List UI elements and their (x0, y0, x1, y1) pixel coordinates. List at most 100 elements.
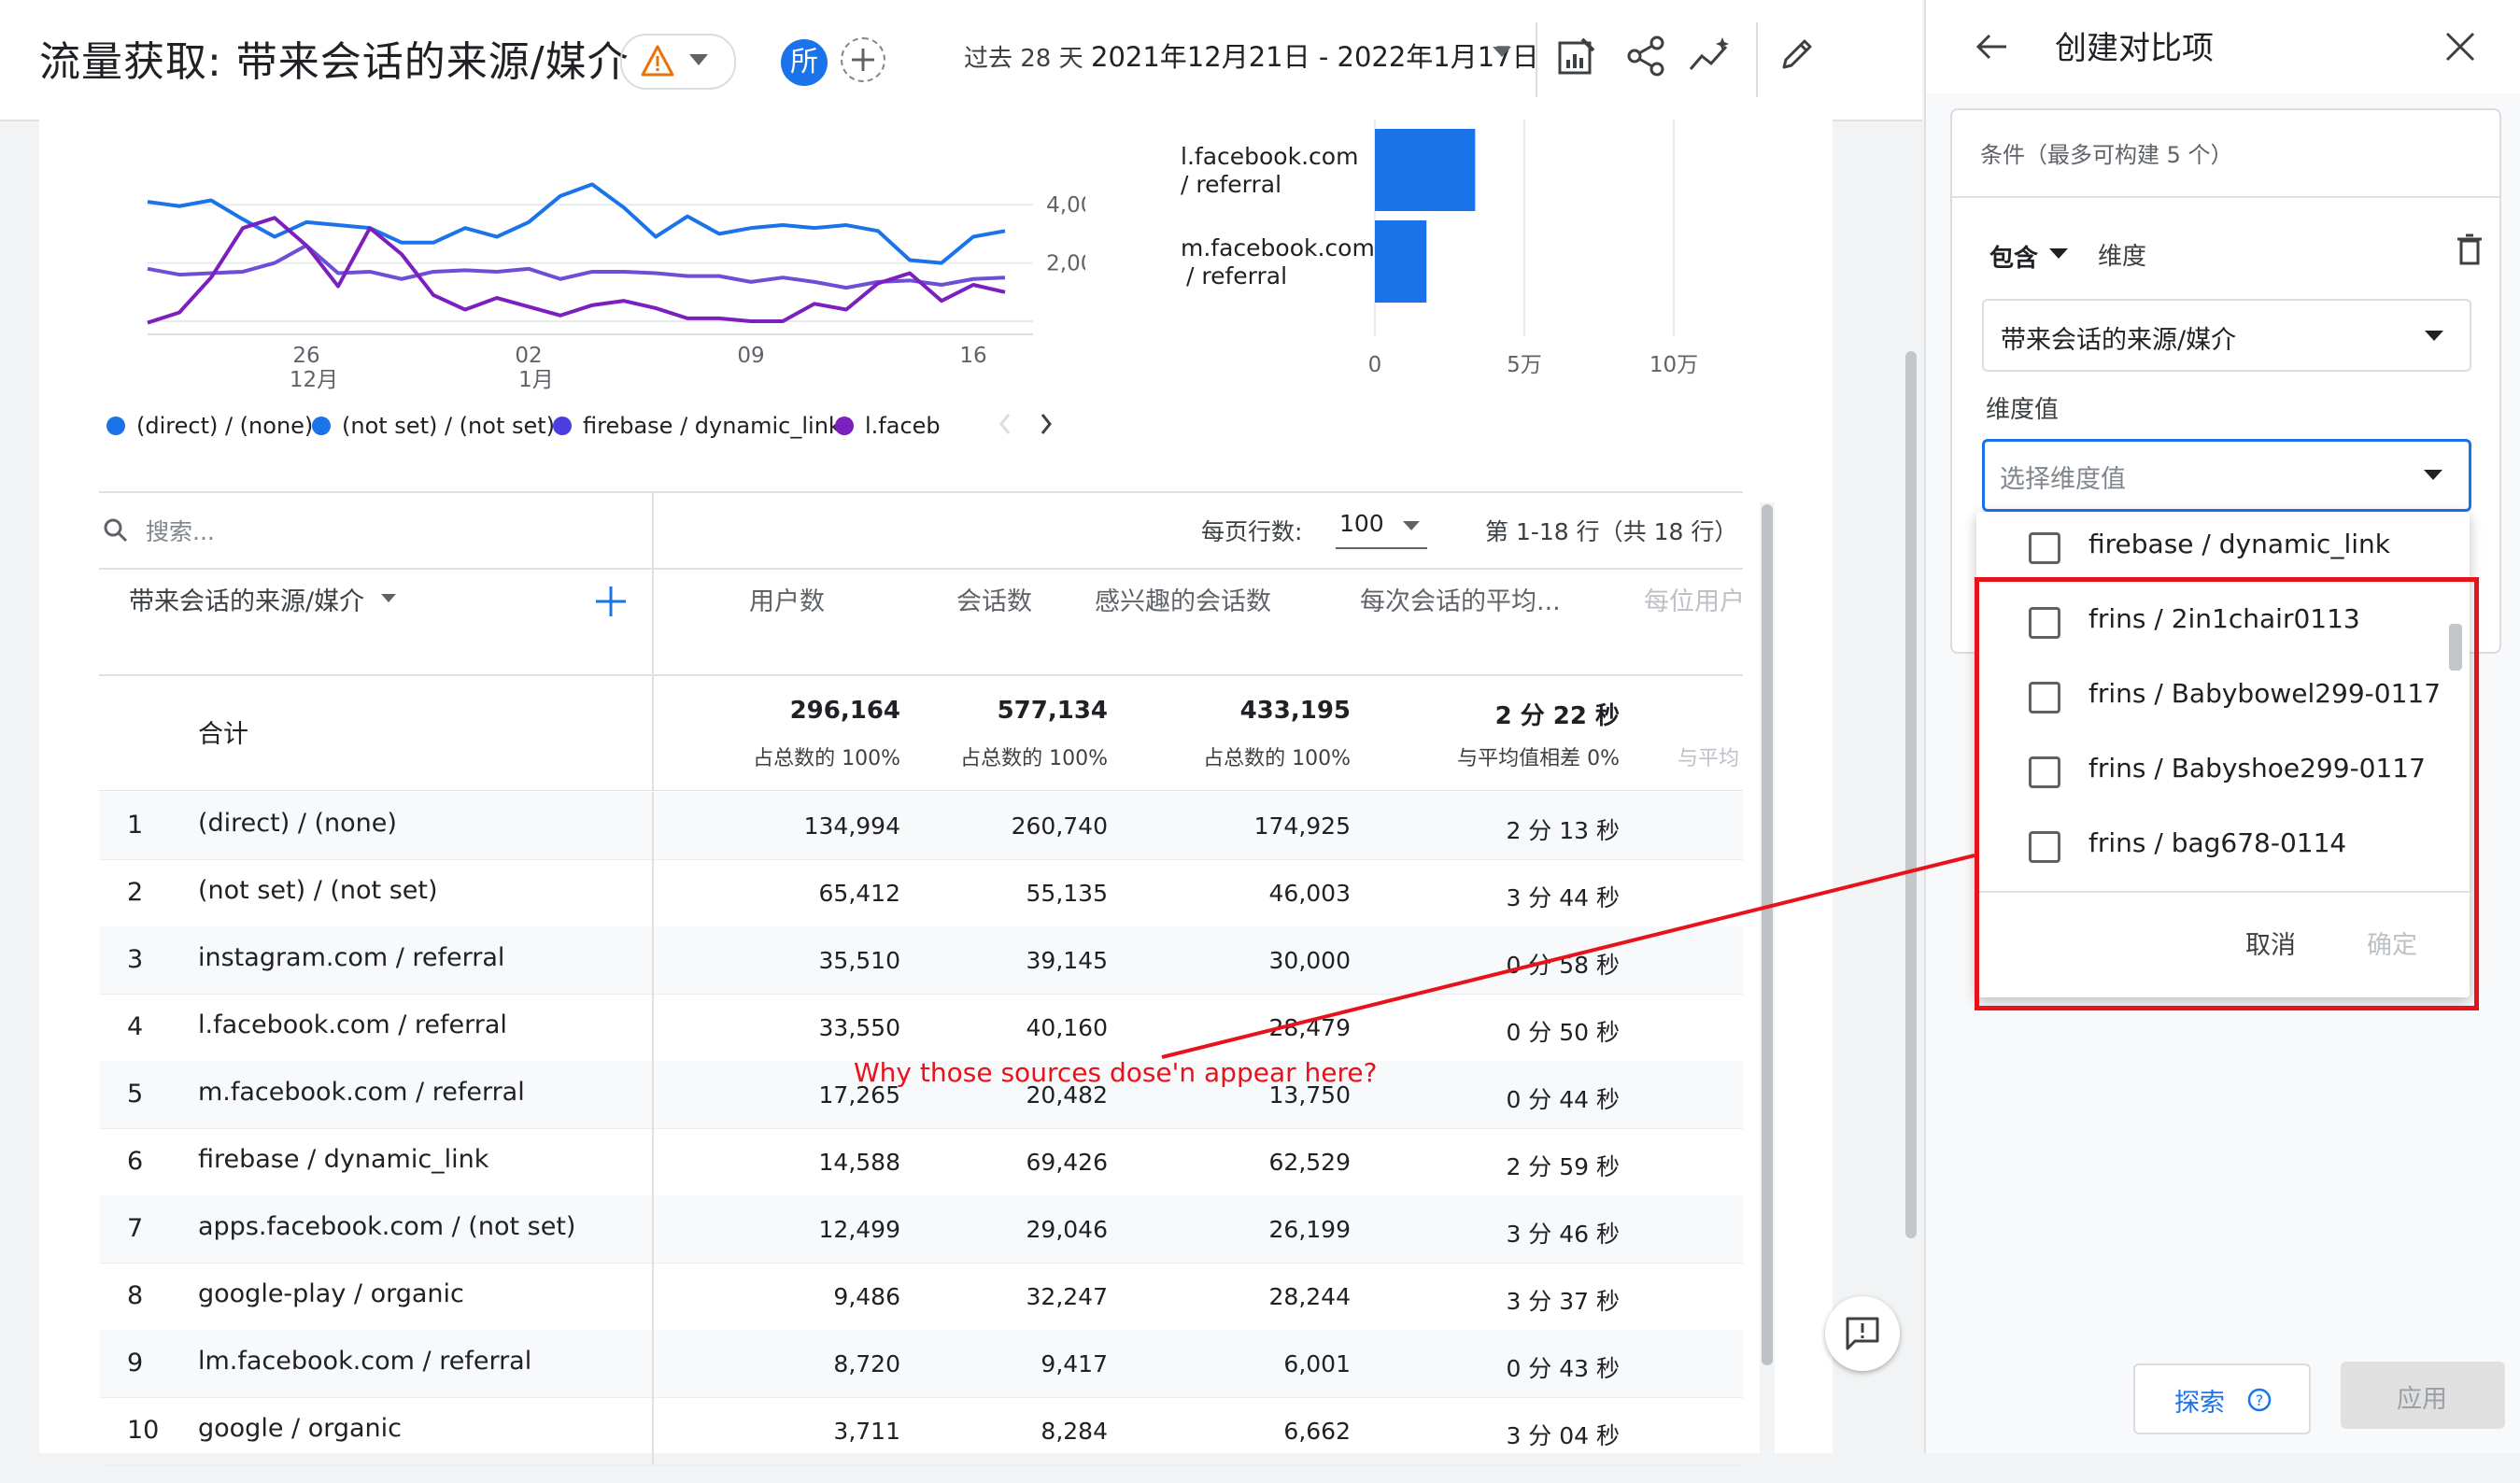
table-row[interactable]: 8 google-play / organic 9,486 32,247 28,244 3… (99, 1263, 1743, 1331)
delete-icon[interactable] (2456, 233, 2483, 267)
column-header-avg-session[interactable]: 每次会话的平均... (1360, 581, 1561, 617)
legend-label: firebase / dynamic_link (583, 413, 842, 439)
row-engaged-sessions: 174,925 (1253, 812, 1351, 840)
edit-pencil-icon[interactable] (1778, 35, 1816, 73)
row-sessions: 8,284 (1041, 1418, 1108, 1445)
feedback-button[interactable] (1825, 1296, 1900, 1371)
row-sessions: 39,145 (1026, 947, 1108, 974)
row-engaged-sessions: 28,244 (1268, 1283, 1351, 1310)
divider (1536, 22, 1537, 97)
row-dimension-value: (direct) / (none) (198, 809, 397, 838)
row-index: 3 (127, 945, 144, 974)
rows-per-page-select[interactable]: 100 (1336, 506, 1427, 549)
date-range-preset[interactable]: 过去 28 天 (964, 39, 1083, 74)
dimension-header[interactable]: 带来会话的来源/媒介 (129, 581, 364, 617)
close-icon[interactable] (2443, 30, 2477, 64)
row-dimension-value: firebase / dynamic_link (198, 1145, 489, 1174)
legend-label: (not set) / (not set) (342, 413, 556, 439)
report-content: 4,0002,00002612月021月0916 (direct) / (non… (39, 120, 1833, 1483)
search-icon (104, 518, 128, 543)
legend-item[interactable]: (not set) / (not set) (312, 413, 555, 439)
include-select[interactable]: 包含 (1989, 239, 2038, 274)
table-row[interactable]: 9 lm.facebook.com / referral 8,720 9,417 6,0… (99, 1330, 1743, 1398)
total-sessions: 577,134 (997, 697, 1108, 725)
series-line (147, 182, 1006, 265)
row-index: 10 (127, 1416, 160, 1445)
x-tick-label: 16 (959, 344, 986, 368)
row-avg-duration: 0 分 43 秒 (1506, 1355, 1620, 1382)
annotation-arrow (1161, 854, 1975, 1059)
row-users: 35,510 (818, 947, 900, 974)
add-comparison-button[interactable] (841, 37, 885, 82)
card-header: 条件（最多可构建 5 个） (1952, 110, 2499, 198)
panel-title: 创建对比项 (2055, 30, 2214, 67)
column-header-users[interactable]: 用户数 (749, 581, 825, 617)
back-arrow-icon[interactable] (1973, 28, 2010, 65)
page-title: 流量获取: 带来会话的来源/媒介 (39, 38, 630, 86)
table-row[interactable]: 7 apps.facebook.com / (not set) 12,499 29,0… (99, 1195, 1743, 1264)
row-index: 4 (127, 1012, 144, 1041)
legend-dot (553, 417, 572, 435)
divider (652, 792, 654, 1464)
total-sub: 与平均值相差 0% (1457, 747, 1620, 770)
row-engaged-sessions: 6,662 (1283, 1418, 1351, 1445)
legend-item[interactable]: (direct) / (none) (106, 413, 313, 439)
column-header-engaged-sessions[interactable]: 感兴趣的会话数 (1095, 581, 1271, 617)
chart-legend: (direct) / (none) (not set) / (not set) … (106, 413, 1003, 450)
avatar[interactable]: 所 (781, 39, 828, 86)
totals-label: 合计 (198, 720, 248, 749)
share-icon[interactable] (1625, 35, 1666, 77)
explore-button[interactable]: 探索 ? (2133, 1363, 2311, 1434)
bar-category-label: l.facebook.com (1181, 143, 1358, 170)
legend-item[interactable]: l.faceb (835, 413, 941, 439)
row-sessions: 29,046 (1026, 1216, 1108, 1243)
row-avg-duration: 3 分 46 秒 (1506, 1221, 1620, 1248)
data-quality-warning-button[interactable] (620, 34, 736, 90)
series-line (147, 243, 1006, 290)
chevron-down-icon[interactable] (2049, 248, 2068, 260)
total-sub: 占总数的 100% (753, 747, 900, 770)
dimension-value: 带来会话的来源/媒介 (2001, 326, 2237, 355)
date-dropdown-icon[interactable] (1493, 47, 1511, 58)
warning-icon (641, 45, 674, 77)
table-row[interactable]: 6 firebase / dynamic_link 14,588 69,426 62,5… (99, 1128, 1743, 1196)
dimension-values-select[interactable]: 选择维度值 (1982, 439, 2471, 512)
row-users: 134,994 (803, 812, 900, 840)
line-chart: 4,0002,00002612月021月0916 (147, 182, 1085, 392)
option-checkbox[interactable] (2029, 532, 2060, 564)
row-dimension-value: m.facebook.com / referral (198, 1078, 525, 1107)
dimension-select[interactable]: 带来会话的来源/媒介 (1982, 299, 2471, 372)
column-header-per-user[interactable]: 每位用户 (1644, 581, 1743, 617)
chevron-down-icon[interactable] (381, 594, 396, 603)
row-dimension-value: l.facebook.com / referral (198, 1010, 507, 1039)
row-dimension-value: (not set) / (not set) (198, 876, 438, 905)
bar[interactable] (1375, 129, 1476, 211)
column-header-sessions[interactable]: 会话数 (956, 581, 1032, 617)
date-range-picker[interactable]: 2021年12月21日 - 2022年1月17日 (1091, 35, 1539, 75)
page-scrollbar-thumb[interactable] (1905, 351, 1917, 1238)
row-dimension-value: lm.facebook.com / referral (198, 1347, 532, 1376)
plus-icon (852, 49, 874, 71)
legend-dot (835, 417, 854, 435)
row-users: 8,720 (833, 1350, 900, 1377)
row-users: 14,588 (818, 1149, 900, 1176)
apply-label: 应用 (2397, 1385, 2447, 1414)
table-row[interactable]: 10 google / organic 3,711 8,284 6,662 3 分 04 … (99, 1397, 1743, 1465)
apply-button[interactable]: 应用 (2341, 1362, 2505, 1429)
search-input[interactable]: 搜索... (146, 514, 215, 547)
insights-icon[interactable] (1689, 35, 1734, 77)
legend-item[interactable]: firebase / dynamic_link (553, 413, 842, 439)
bar[interactable] (1375, 220, 1427, 303)
dimension-value-option[interactable]: firebase / dynamic_link (1976, 512, 2470, 586)
legend-label: l.faceb (865, 413, 941, 439)
add-dimension-icon[interactable] (594, 585, 628, 618)
legend-prev-icon[interactable] (998, 411, 1012, 437)
row-index: 7 (127, 1214, 144, 1243)
bar-category-label: m.facebook.com (1181, 234, 1375, 261)
help-icon: ? (2247, 1388, 2272, 1412)
row-users: 3,711 (833, 1418, 900, 1445)
rows-per-page-value: 100 (1339, 510, 1384, 537)
legend-next-icon[interactable] (1039, 411, 1054, 437)
customize-report-icon[interactable] (1556, 35, 1597, 77)
row-users: 9,486 (833, 1283, 900, 1310)
